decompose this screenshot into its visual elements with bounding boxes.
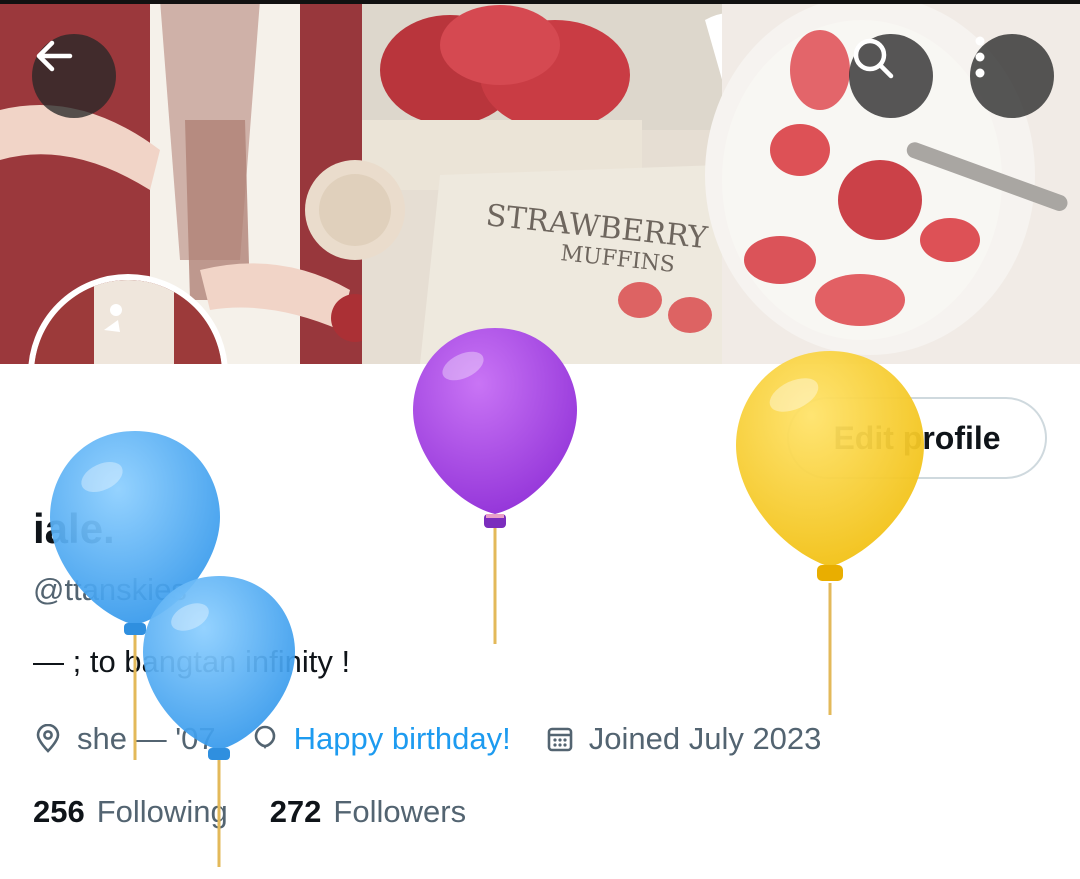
back-button[interactable] [32, 34, 116, 118]
joined-item: Joined July 2023 [545, 721, 822, 757]
purple-balloon [413, 328, 577, 644]
more-vertical-icon [975, 36, 985, 78]
calendar-icon [547, 727, 573, 752]
arrow-left-icon [36, 40, 73, 72]
status-bar-edge [0, 0, 1080, 4]
following-count: 256 [33, 794, 85, 829]
more-options-button[interactable] [970, 34, 1054, 118]
followers-label: Followers [333, 794, 467, 829]
search-icon [853, 38, 894, 79]
joined-date: Joined July 2023 [588, 721, 822, 756]
birthday-link[interactable]: Happy birthday! [294, 721, 511, 757]
search-button[interactable] [849, 34, 933, 118]
yellow-balloon [736, 351, 924, 715]
blue-balloon-2 [143, 576, 295, 867]
